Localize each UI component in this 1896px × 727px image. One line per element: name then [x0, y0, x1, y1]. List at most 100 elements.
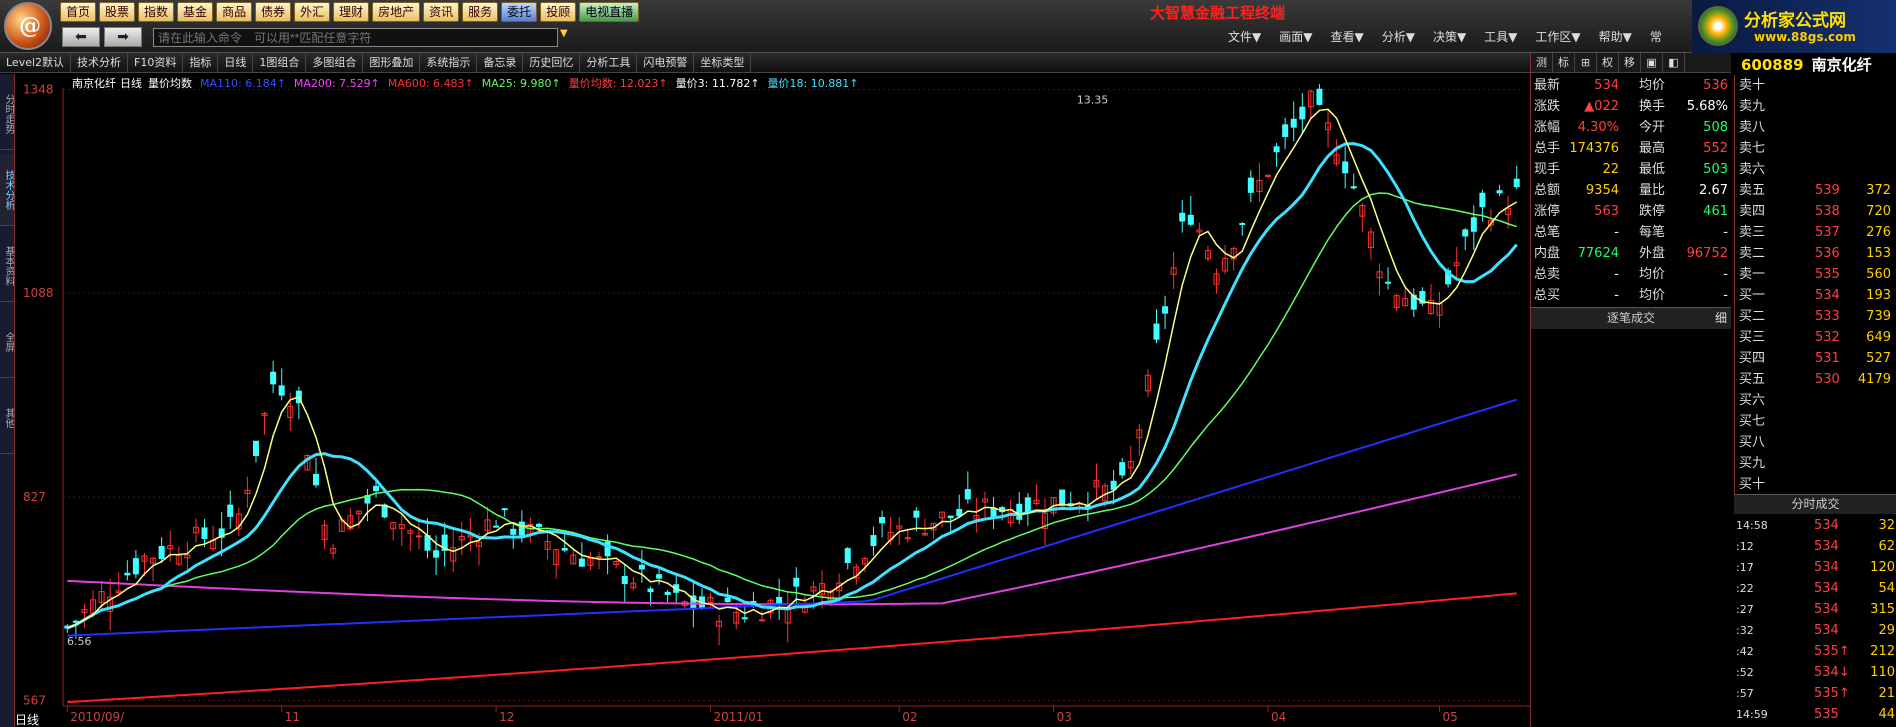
menu-item-12[interactable]: 投顾 — [540, 2, 577, 22]
toolbar-item-12[interactable]: 闪电预警 — [637, 53, 695, 72]
quote-value-2: 96752 — [1686, 246, 1728, 261]
menu-item-10[interactable]: 服务 — [462, 2, 499, 22]
command-input[interactable] — [153, 28, 558, 47]
right-menu-item-4[interactable]: 决策▼ — [1433, 28, 1466, 45]
order-book-row: 买八 — [1735, 432, 1896, 453]
toolbar-item-7[interactable]: 图形叠加 — [363, 53, 421, 72]
ts-volume: 32 — [1878, 518, 1895, 533]
order-price: 534 — [1815, 288, 1840, 303]
order-level: 买十 — [1739, 477, 1766, 492]
right-menu-item-3[interactable]: 分析▼ — [1382, 28, 1415, 45]
menu-item-3[interactable]: 基金 — [177, 2, 214, 22]
quote-value: - — [1614, 267, 1619, 282]
x-tick-label: 11 — [285, 710, 300, 724]
quote-value-2: - — [1723, 267, 1728, 282]
app-logo[interactable]: @ — [4, 2, 52, 50]
info-ma-4: 量价均数: 12.023↑ — [568, 77, 668, 90]
toolbar-item-2[interactable]: F10资料 — [128, 53, 184, 72]
left-tab-2[interactable]: 基本资料 — [0, 230, 14, 302]
timesales-list: 14:58 534 32:12 534 62:17 534 120:22 534 54:27 53… — [1734, 515, 1896, 725]
right-tab-6[interactable]: ◧ — [1663, 53, 1685, 72]
tick-trades-button[interactable]: 逐笔成交 细 — [1531, 307, 1731, 329]
right-tab-1[interactable]: 标 — [1553, 53, 1575, 72]
logo-glyph: @ — [19, 13, 41, 39]
quote-value: 4.30% — [1577, 120, 1619, 135]
right-menu-item-5[interactable]: 工具▼ — [1484, 28, 1517, 45]
right-menu-item-0[interactable]: 文件▼ — [1228, 28, 1261, 45]
toolbar-item-13[interactable]: 坐标类型 — [694, 53, 752, 72]
order-price: 536 — [1815, 246, 1840, 261]
right-tab-3[interactable]: 权 — [1597, 53, 1619, 72]
order-level: 买九 — [1739, 456, 1766, 471]
candle-body — [1059, 489, 1066, 507]
tick-detail-button[interactable]: 细 — [1715, 308, 1727, 329]
ma110-line — [67, 398, 1518, 637]
left-tab-4[interactable]: 其他 — [0, 382, 14, 454]
toolbar-item-11[interactable]: 分析工具 — [580, 53, 638, 72]
right-tab-4[interactable]: 移 — [1619, 53, 1641, 72]
toolbar-item-10[interactable]: 历史回忆 — [523, 53, 581, 72]
order-volume: 527 — [1866, 351, 1891, 366]
toolbar-item-9[interactable]: 备忘录 — [477, 53, 524, 72]
menu-item-2[interactable]: 指数 — [138, 2, 175, 22]
toolbar-item-0[interactable]: Level2默认 — [0, 53, 72, 72]
quote-label-2: 每笔 — [1639, 225, 1666, 240]
right-menu-item-7[interactable]: 帮助▼ — [1599, 28, 1632, 45]
candle-body — [535, 523, 542, 527]
menu-item-0[interactable]: 首页 — [60, 2, 97, 22]
quote-label-2: 跌停 — [1639, 204, 1666, 219]
menu-item-4[interactable]: 商品 — [216, 2, 253, 22]
menu-item-6[interactable]: 外汇 — [294, 2, 331, 22]
menu-item-13[interactable]: 电视直播 — [579, 2, 640, 22]
right-tab-2[interactable]: ⊞ — [1575, 53, 1597, 72]
quote-label: 内盘 — [1534, 246, 1561, 261]
toolbar-item-8[interactable]: 系统指示 — [420, 53, 478, 72]
low-price-label: 6.56 — [67, 635, 92, 648]
right-tabs: 测标 ⊞ 权移 ▣ ◧ — [1531, 53, 1731, 73]
quote-row: 涨幅 4.30% 今开 508 — [1531, 117, 1731, 138]
quote-row: 总额 9354 量比 2.67 — [1531, 180, 1731, 201]
command-dropdown-icon[interactable]: ▼ — [560, 28, 568, 39]
left-tab-0[interactable]: 分时走势 — [0, 78, 14, 150]
menu-item-7[interactable]: 理财 — [333, 2, 370, 22]
chart-toolbar: Level2默认 技术分析 F10资料 指标 日线 1图组合 多图组合 图形叠加 系统指示 备忘录… — [0, 53, 1540, 73]
toolbar-item-6[interactable]: 多图组合 — [306, 53, 364, 72]
menu-item-5[interactable]: 债券 — [255, 2, 292, 22]
right-tab-0[interactable]: 测 — [1531, 53, 1553, 72]
right-menu-item-2[interactable]: 查看▼ — [1330, 28, 1363, 45]
menu-item-11[interactable]: 委托 — [501, 2, 538, 22]
order-volume: 4179 — [1857, 372, 1891, 387]
period-label: 日线 — [15, 713, 39, 727]
toolbar-item-1[interactable]: 技术分析 — [71, 53, 129, 72]
candle-body — [844, 548, 851, 564]
kline-chart-svg: 567 827 1088 1348 2010/09/11 12 2011/01 02 03 04 0… — [15, 83, 1531, 727]
toolbar-item-3[interactable]: 指标 — [183, 53, 219, 72]
kline-chart[interactable]: 567 827 1088 1348 2010/09/11 12 2011/01 02 03 04 0… — [14, 74, 1531, 727]
right-menu-item-6[interactable]: 工作区▼ — [1535, 28, 1580, 45]
menu-item-8[interactable]: 房地产 — [372, 2, 421, 22]
right-tab-5[interactable]: ▣ — [1641, 53, 1663, 72]
timesales-row: :42 535↑ 212 — [1734, 641, 1896, 662]
forward-button[interactable]: ➡ — [104, 27, 142, 47]
order-book-row: 卖九 — [1735, 96, 1896, 117]
order-book-row: 卖三 537 276 — [1735, 222, 1896, 243]
left-tab-1[interactable]: 技术分析 — [0, 154, 14, 226]
toolbar-item-4[interactable]: 日线 — [218, 53, 254, 72]
quote-value-2: 508 — [1703, 120, 1728, 135]
toolbar-item-5[interactable]: 1图组合 — [253, 53, 307, 72]
candle-body — [1239, 223, 1246, 226]
timesales-row: 14:58 534 32 — [1734, 515, 1896, 536]
menu-item-9[interactable]: 资讯 — [423, 2, 460, 22]
back-button[interactable]: ⬅ — [62, 27, 100, 47]
order-book-row: 买十 — [1735, 474, 1896, 495]
menu-item-1[interactable]: 股票 — [99, 2, 136, 22]
right-menu-item-1[interactable]: 画面▼ — [1279, 28, 1312, 45]
timesales-header[interactable]: 分时成交 — [1734, 494, 1896, 514]
quote-label: 现手 — [1534, 162, 1561, 177]
left-tab-3[interactable]: 全屏 — [0, 306, 14, 378]
timesales-row: :32 534 29 — [1734, 620, 1896, 641]
candle-body — [252, 440, 259, 457]
y-tick-label: 567 — [23, 694, 46, 708]
right-menu-item-8[interactable]: 常 — [1650, 28, 1662, 45]
ma600-line — [67, 592, 1517, 704]
